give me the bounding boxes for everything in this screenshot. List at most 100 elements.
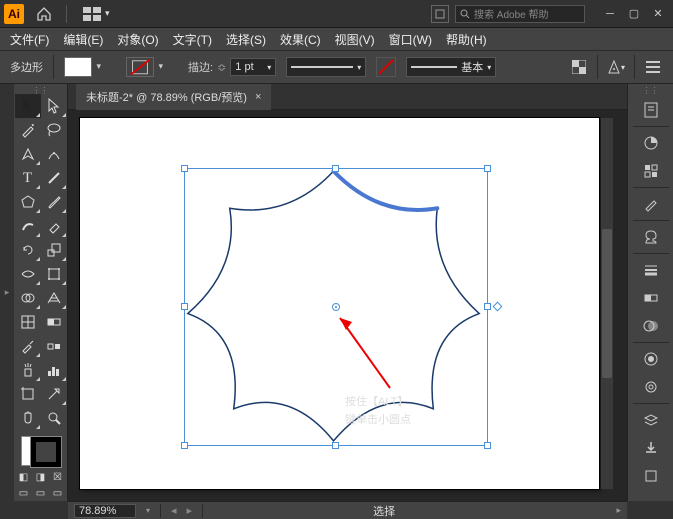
- color-panel-icon[interactable]: [634, 130, 668, 156]
- menu-icon[interactable]: [643, 57, 663, 77]
- nav-prev-icon[interactable]: ◂: [171, 504, 177, 517]
- slice-tool[interactable]: [41, 382, 67, 406]
- fill-swatch[interactable]: [64, 57, 92, 77]
- type-tool[interactable]: T: [15, 166, 41, 190]
- artboard[interactable]: 按住【ALT】 键单击小圆点: [80, 118, 599, 489]
- symbols-panel-icon[interactable]: [634, 224, 668, 250]
- menu-select[interactable]: 选择(S): [220, 28, 272, 51]
- dock-grip[interactable]: ⋮⋮: [643, 86, 659, 96]
- graphic-styles-panel-icon[interactable]: [634, 374, 668, 400]
- search-input[interactable]: 搜索 Adobe 帮助: [455, 5, 585, 23]
- fill-stroke-control[interactable]: [19, 434, 63, 469]
- brush-none-icon[interactable]: [376, 57, 396, 77]
- hand-tool[interactable]: [15, 406, 41, 430]
- document-tab[interactable]: 未标题-2* @ 78.89% (RGB/预览) ×: [76, 84, 271, 110]
- pen-tool[interactable]: [15, 142, 41, 166]
- perspective-grid-tool[interactable]: [41, 286, 67, 310]
- brush-dropdown[interactable]: 基本▾: [406, 57, 496, 77]
- menu-view[interactable]: 视图(V): [329, 28, 381, 51]
- nav-next-icon[interactable]: ▸: [187, 504, 193, 517]
- zoom-dropdown-icon[interactable]: ▾: [146, 506, 150, 515]
- blend-tool[interactable]: [41, 334, 67, 358]
- line-tool[interactable]: [41, 166, 67, 190]
- control-bar: 多边形 描边: ≎ 1 pt▾ ▾ 基本▾ ▾: [0, 50, 673, 84]
- selection-tool[interactable]: [15, 94, 41, 118]
- swatches-panel-icon[interactable]: [634, 158, 668, 184]
- stroke-profile-dropdown[interactable]: ▾: [286, 57, 366, 77]
- stroke-label: 描边:: [188, 59, 213, 75]
- canvas[interactable]: 按住【ALT】 键单击小圆点: [68, 110, 627, 501]
- toolbox-grip[interactable]: ⋮⋮: [21, 86, 61, 94]
- zoom-level-input[interactable]: 78.89%: [74, 504, 136, 518]
- separator: [66, 5, 67, 23]
- appearance-panel-icon[interactable]: [634, 346, 668, 372]
- transparency-panel-icon[interactable]: [634, 313, 668, 339]
- home-icon[interactable]: [32, 2, 56, 26]
- stroke-color[interactable]: [31, 437, 61, 467]
- draw-normal[interactable]: ▭: [15, 485, 32, 501]
- menu-help[interactable]: 帮助(H): [440, 28, 493, 51]
- scale-tool[interactable]: [41, 238, 67, 262]
- draw-behind[interactable]: ▭: [32, 485, 49, 501]
- menu-effect[interactable]: 效果(C): [274, 28, 327, 51]
- draw-inside[interactable]: ▭: [49, 485, 66, 501]
- maximize-button[interactable]: ▢: [623, 5, 645, 23]
- selection-bounding-box[interactable]: [184, 168, 488, 446]
- menu-file[interactable]: 文件(F): [4, 28, 55, 51]
- brushes-panel-icon[interactable]: [634, 191, 668, 217]
- artboards-panel-icon[interactable]: [634, 463, 668, 489]
- menu-type[interactable]: 文字(T): [167, 28, 218, 51]
- shape-builder-tool[interactable]: [15, 286, 41, 310]
- left-collapse-bar[interactable]: ▸: [0, 84, 14, 501]
- artboard-tool[interactable]: [15, 382, 41, 406]
- width-tool[interactable]: [15, 262, 41, 286]
- lasso-tool[interactable]: [41, 118, 67, 142]
- none-mode[interactable]: ☒: [49, 469, 66, 485]
- handle-nw[interactable]: [181, 165, 188, 172]
- handle-sw[interactable]: [181, 442, 188, 449]
- close-tab-icon[interactable]: ×: [255, 91, 261, 103]
- magic-wand-tool[interactable]: [15, 118, 41, 142]
- handle-w[interactable]: [181, 303, 188, 310]
- paintbrush-tool[interactable]: [41, 190, 67, 214]
- handle-n[interactable]: [332, 165, 339, 172]
- stroke-swatch[interactable]: [126, 57, 154, 77]
- color-mode[interactable]: ◧: [15, 469, 32, 485]
- direct-selection-tool[interactable]: [41, 94, 67, 118]
- mesh-tool[interactable]: [15, 310, 41, 334]
- sync-icon[interactable]: [431, 5, 449, 23]
- handle-e[interactable]: [484, 303, 491, 310]
- properties-panel-icon[interactable]: [634, 97, 668, 123]
- graphic-style-icon[interactable]: ▾: [606, 57, 626, 77]
- stroke-link-icon[interactable]: ≎: [217, 61, 226, 74]
- shape-tool[interactable]: [15, 190, 41, 214]
- asset-export-panel-icon[interactable]: [634, 435, 668, 461]
- stroke-panel-icon[interactable]: [634, 257, 668, 283]
- close-button[interactable]: ✕: [647, 5, 669, 23]
- workspace-switcher[interactable]: ▾: [77, 5, 116, 23]
- zoom-tool[interactable]: [41, 406, 67, 430]
- free-transform-tool[interactable]: [41, 262, 67, 286]
- eraser-tool[interactable]: [41, 214, 67, 238]
- layers-panel-icon[interactable]: [634, 407, 668, 433]
- handle-s[interactable]: [332, 442, 339, 449]
- handle-se[interactable]: [484, 442, 491, 449]
- vertical-scrollbar[interactable]: [601, 118, 613, 489]
- minimize-button[interactable]: ─: [599, 5, 621, 23]
- rotate-tool[interactable]: [15, 238, 41, 262]
- symbol-sprayer-tool[interactable]: [15, 358, 41, 382]
- stroke-weight-input[interactable]: 1 pt▾: [230, 58, 276, 76]
- menu-edit[interactable]: 编辑(E): [57, 28, 109, 51]
- shaper-tool[interactable]: [15, 214, 41, 238]
- handle-ne[interactable]: [484, 165, 491, 172]
- eyedropper-tool[interactable]: [15, 334, 41, 358]
- status-menu-icon[interactable]: ▸: [616, 505, 621, 516]
- column-graph-tool[interactable]: [41, 358, 67, 382]
- gradient-tool[interactable]: [41, 310, 67, 334]
- gradient-mode[interactable]: ◨: [32, 469, 49, 485]
- curvature-tool[interactable]: [41, 142, 67, 166]
- menu-object[interactable]: 对象(O): [111, 28, 164, 51]
- opacity-icon[interactable]: [569, 57, 589, 77]
- gradient-panel-icon[interactable]: [634, 285, 668, 311]
- menu-window[interactable]: 窗口(W): [383, 28, 438, 51]
